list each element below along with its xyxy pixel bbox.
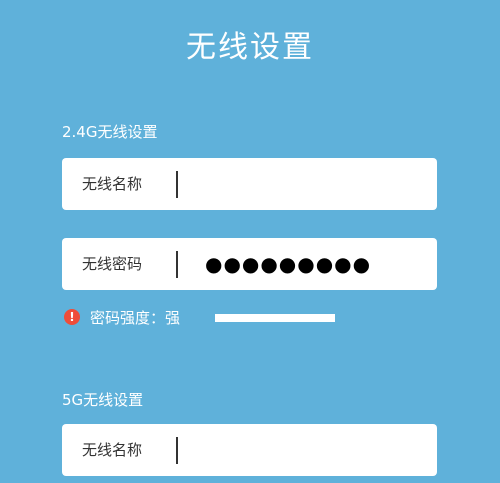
text-cursor bbox=[176, 171, 178, 198]
wifi-name-field-24g[interactable]: 无线名称 bbox=[62, 158, 437, 210]
warning-icon: ! bbox=[64, 309, 80, 325]
wifi-name-label: 无线名称 bbox=[82, 441, 143, 459]
text-cursor bbox=[176, 251, 178, 278]
password-strength-bar bbox=[215, 314, 335, 322]
page-title: 无线设置 bbox=[186, 30, 314, 65]
wifi-name-field-5g[interactable]: 无线名称 bbox=[62, 424, 437, 476]
password-strength-row: ! 密码强度： 强 bbox=[64, 306, 180, 328]
text-cursor bbox=[176, 437, 178, 464]
wifi-name-input-24g[interactable] bbox=[186, 158, 426, 210]
section-title-24g: 2.4G无线设置 bbox=[62, 123, 158, 141]
password-strength-value: 强 bbox=[165, 308, 181, 327]
section-title-5g: 5G无线设置 bbox=[62, 391, 144, 409]
wifi-name-label: 无线名称 bbox=[82, 175, 143, 193]
wifi-password-label: 无线密码 bbox=[82, 255, 143, 273]
wifi-password-field-24g[interactable]: 无线密码 ●●●●●●●●● bbox=[62, 238, 437, 290]
wifi-name-input-5g[interactable] bbox=[186, 424, 426, 476]
password-strength-label: 密码强度： bbox=[90, 308, 166, 327]
wifi-password-input-24g[interactable]: ●●●●●●●●● bbox=[205, 238, 371, 290]
